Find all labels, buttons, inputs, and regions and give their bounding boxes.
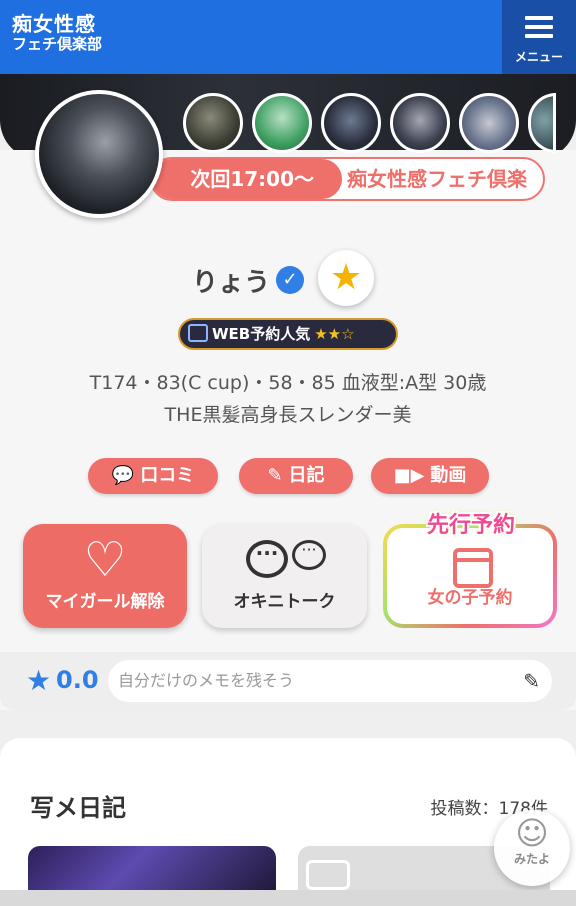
mitayo-label: みたよ: [513, 852, 550, 866]
rating-stars-icon: ★★☆: [314, 325, 355, 343]
schedule-pill[interactable]: 次回17:00～ 痴女性感フェチ倶楽: [150, 157, 545, 201]
kuchikomi-button[interactable]: 💬 口コミ: [88, 458, 218, 494]
verified-check-icon: ✓: [276, 266, 304, 294]
calendar-icon: [453, 548, 493, 588]
favorite-star-button[interactable]: ★: [318, 250, 374, 306]
spec-line1: T174・83(C cup)・58・85 血液型:A型 30歳: [89, 372, 487, 394]
speech-bubble-icon: 💬: [111, 465, 135, 486]
hamburger-icon: [525, 16, 553, 43]
video-button[interactable]: ■▶ 動画: [371, 458, 489, 494]
menu-label: メニュー: [514, 50, 563, 64]
video-camera-icon: ■▶: [393, 465, 425, 486]
kuchikomi-label: 口コミ: [140, 465, 195, 486]
name-row: りょう ✓ ★: [0, 250, 576, 306]
diary-button[interactable]: ✎ 日記: [239, 458, 353, 494]
calendar-icon: [188, 324, 208, 342]
memo-input[interactable]: 自分だけのメモを残そう ✎: [108, 660, 552, 702]
rating-score: 0.0: [56, 666, 99, 694]
photo-thumbnail[interactable]: [252, 93, 312, 153]
pencil-icon[interactable]: ✎: [523, 660, 540, 702]
photo-thumbnail[interactable]: [459, 93, 519, 153]
site-logo[interactable]: 痴女性感 フェチ倶楽部: [12, 14, 102, 54]
next-time: 次回17:00～: [152, 159, 342, 199]
chat-bubble-small-icon: ···: [292, 540, 326, 570]
reserve-label: 女の子予約: [427, 588, 513, 608]
spec-line2: THE黒髪高身長スレンダー美: [164, 404, 412, 426]
video-camera-icon: [306, 860, 350, 890]
logo-line2: フェチ倶楽部: [12, 35, 103, 53]
edit-icon: ✎: [267, 465, 283, 486]
section-title: 写メ日記: [30, 794, 126, 822]
mygirl-remove-button[interactable]: ♡ マイガール解除: [23, 524, 187, 628]
chat-bubble-icon: ···: [246, 540, 288, 578]
girl-name: りょう: [192, 268, 271, 298]
header: 痴女性感 フェチ倶楽部 メニュー: [0, 0, 576, 74]
okini-talk-button[interactable]: ··· ··· オキニトーク: [202, 524, 367, 628]
diary-label: 日記: [288, 465, 325, 486]
logo-line1: 痴女性感: [12, 12, 96, 36]
advance-reserve-badge: 先行予約: [426, 513, 515, 538]
rating-row: ★ 0.0 自分だけのメモを残そう ✎: [0, 652, 576, 710]
memo-placeholder: 自分だけのメモを残そう: [118, 671, 295, 690]
photo-diary-section: 写メ日記 投稿数：178件: [0, 738, 576, 906]
avatar[interactable]: [35, 90, 163, 218]
photo-thumbnail[interactable]: [321, 93, 381, 153]
menu-button[interactable]: メニュー: [502, 0, 576, 74]
web-popularity-badge: WEB予約人気 ★★☆: [178, 318, 398, 350]
mygirl-label: マイガール解除: [45, 592, 165, 612]
bottom-bar: [0, 890, 576, 906]
photo-thumbnail[interactable]: [390, 93, 450, 153]
shop-name: 痴女性感フェチ倶楽: [347, 167, 527, 191]
heart-icon: ♡: [83, 532, 127, 588]
star-icon: ★: [26, 664, 52, 697]
photo-thumbnail[interactable]: [183, 93, 243, 153]
web-badge-label: WEB予約人気: [212, 325, 311, 343]
mitayo-button[interactable]: ☺ みたよ: [494, 810, 570, 886]
smile-face-icon: ☺: [515, 814, 549, 852]
talk-label: オキニトーク: [233, 592, 336, 612]
video-label: 動画: [430, 465, 467, 486]
